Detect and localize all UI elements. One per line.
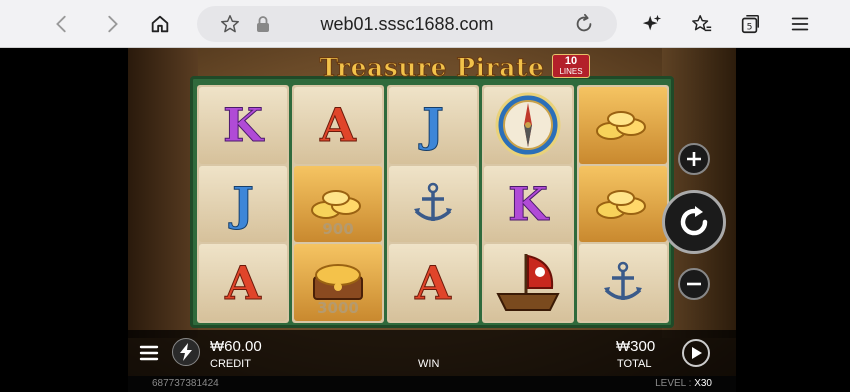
reel-symbol-pirate-ship xyxy=(484,244,572,321)
total-bet-value: ₩300 xyxy=(616,338,656,355)
symbol-value: 3000 xyxy=(317,298,359,317)
lines-number: 10 xyxy=(564,55,578,67)
reel-symbol-compass xyxy=(484,87,572,164)
game-title-banner: Treasure Pirate xyxy=(314,50,550,84)
slot-game: K J A A 900 3000 J A K Treasure Pirate 10 LINES … xyxy=(128,48,736,392)
reel-column xyxy=(577,85,669,323)
favorites-button[interactable] xyxy=(686,8,718,40)
url-text: web01.sssc1688.com xyxy=(320,14,494,34)
reel-symbol-anchor xyxy=(579,244,667,321)
bet-increase-button[interactable] xyxy=(678,143,710,175)
reel-symbol-k: K xyxy=(199,87,287,164)
reel-column: JA xyxy=(387,85,479,323)
symbol-letter: K xyxy=(223,98,264,153)
plus-icon xyxy=(687,152,701,166)
total-label: TOTAL xyxy=(617,358,652,370)
back-button[interactable] xyxy=(46,8,78,40)
anchor-icon xyxy=(414,182,452,221)
reel-symbol-gold-coins xyxy=(579,87,667,164)
tab-count: 5 xyxy=(747,22,753,33)
reel-symbol-gold-coins: 900 xyxy=(294,165,382,243)
game-menu-button[interactable] xyxy=(136,341,162,365)
reel-symbol-a: A xyxy=(199,244,287,321)
win-label: WIN xyxy=(418,358,440,370)
reel-symbol-treasure-chest: 3000 xyxy=(294,244,382,321)
game-title: Treasure Pirate xyxy=(319,52,545,82)
bottom-control-bar: ₩60.00 CREDIT WIN ₩300 TOTAL xyxy=(128,330,736,376)
home-button[interactable] xyxy=(144,8,176,40)
address-bar[interactable]: web01.sssc1688.com xyxy=(197,6,617,42)
lightning-icon xyxy=(180,343,192,361)
reel-symbol-k: K xyxy=(484,165,572,243)
lines-label: LINES xyxy=(559,67,583,76)
hamburger-icon xyxy=(139,345,159,361)
gold-coins-icon xyxy=(596,111,646,141)
star-list-icon xyxy=(692,15,712,32)
reels: K J A A 900 3000 J A K xyxy=(197,85,669,323)
symbol-letter: K xyxy=(508,176,549,231)
symbol-letter: A xyxy=(225,255,262,310)
status-bar: 687737381424 LEVEL : X30 xyxy=(128,376,736,392)
reel-frame: K J A A 900 3000 J A K xyxy=(190,76,674,328)
deck-decoration-left xyxy=(128,48,198,338)
credit-value: ₩60.00 xyxy=(210,338,262,355)
pirate-ship-icon xyxy=(496,253,560,311)
spin-button[interactable] xyxy=(662,190,726,254)
screen: web01.sssc1688.com 5 K J A A 900 3000 J A K Trea… xyxy=(0,0,850,392)
minus-icon xyxy=(687,282,701,286)
symbol-letter: J xyxy=(422,98,445,153)
reel-symbol-a: A xyxy=(294,87,382,164)
reel-symbol-gold-coins xyxy=(579,165,667,243)
reel-column: A 900 3000 xyxy=(292,85,384,323)
reload-icon[interactable] xyxy=(573,13,595,40)
home-icon xyxy=(151,15,169,33)
browser-toolbar: web01.sssc1688.com 5 xyxy=(0,0,850,48)
reel-column: KJA xyxy=(197,85,289,323)
compass-icon xyxy=(495,92,561,158)
reel-symbol-j: J xyxy=(389,87,477,164)
forward-button[interactable] xyxy=(96,8,128,40)
credit-label: CREDIT xyxy=(210,358,251,370)
turbo-button[interactable] xyxy=(172,338,200,366)
symbol-letter: A xyxy=(415,255,452,310)
anchor-icon xyxy=(604,261,642,300)
tabs-button[interactable]: 5 xyxy=(734,8,766,40)
play-icon xyxy=(692,347,702,359)
ai-sparkle-button[interactable] xyxy=(636,8,668,40)
symbol-letter: A xyxy=(320,98,357,153)
menu-button[interactable] xyxy=(784,8,816,40)
autoplay-button[interactable] xyxy=(682,339,710,367)
gold-coins-icon xyxy=(596,189,646,219)
reel-symbol-anchor xyxy=(389,165,477,243)
level-indicator: LEVEL : X30 xyxy=(655,378,712,389)
chevron-right-icon xyxy=(108,15,118,33)
reel-column: K xyxy=(482,85,574,323)
bet-decrease-button[interactable] xyxy=(678,268,710,300)
sparkle-icon xyxy=(642,14,662,31)
reel-symbol-j: J xyxy=(199,165,287,243)
reel-symbol-a: A xyxy=(389,244,477,321)
symbol-value: 900 xyxy=(322,220,354,239)
chevron-left-icon xyxy=(56,15,66,33)
symbol-letter: J xyxy=(232,176,255,231)
tabs-icon: 5 xyxy=(741,15,759,34)
lines-badge: 10 LINES xyxy=(552,54,590,78)
hamburger-icon xyxy=(791,17,809,31)
gold-coins-icon xyxy=(311,189,361,219)
spin-arrow-icon xyxy=(680,206,708,236)
level-value: X30 xyxy=(694,378,712,389)
level-label: LEVEL : xyxy=(655,378,692,389)
session-id: 687737381424 xyxy=(152,378,219,389)
